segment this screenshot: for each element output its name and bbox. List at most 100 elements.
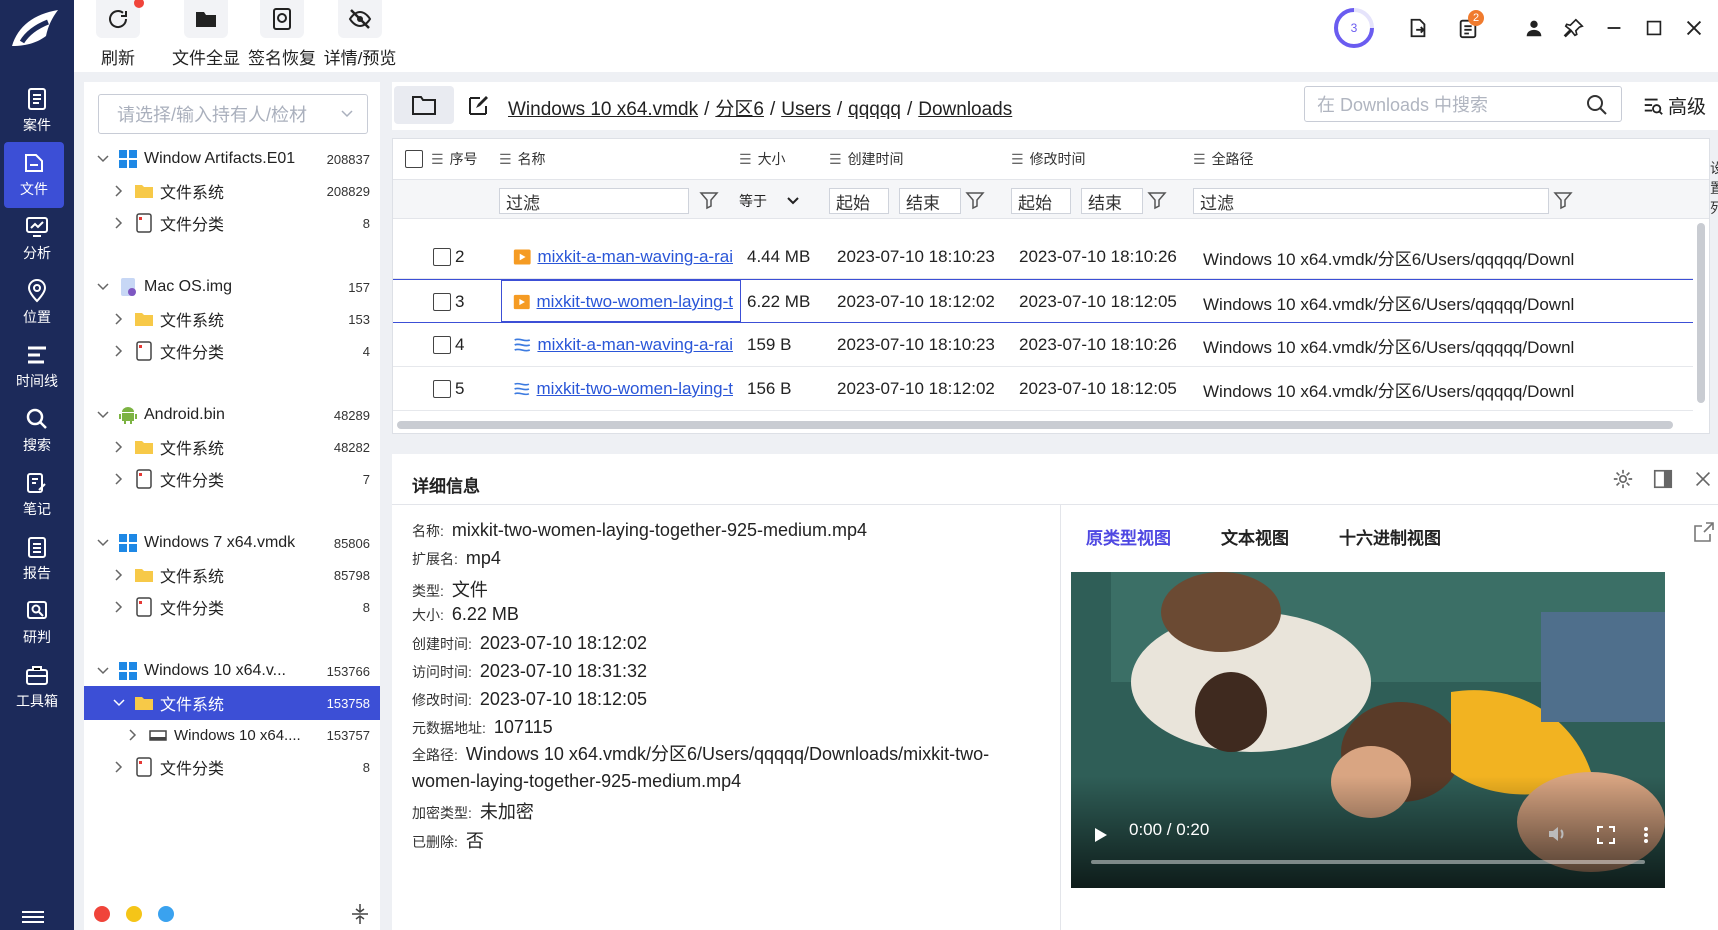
crumb-user[interactable]: qqqqq bbox=[848, 99, 901, 120]
crumb-disk[interactable]: Windows 10 x64.vmdk bbox=[508, 99, 698, 120]
video-seek-bar[interactable] bbox=[1091, 860, 1645, 864]
created-start-input[interactable]: 起始 bbox=[829, 188, 889, 214]
path-filter-input[interactable]: 过滤 bbox=[1193, 188, 1549, 214]
search-icon[interactable] bbox=[1585, 93, 1609, 117]
select-all-checkbox[interactable] bbox=[405, 150, 423, 168]
file-link[interactable]: mixkit-two-women-laying-t bbox=[537, 292, 733, 312]
tree-item-window-artifacts[interactable]: Window Artifacts.E01 208837 bbox=[84, 142, 380, 176]
close-icon[interactable] bbox=[1692, 468, 1714, 490]
row-checkbox[interactable] bbox=[433, 248, 451, 266]
col-index[interactable]: ☰ 序号 bbox=[431, 139, 478, 179]
filter-icon[interactable] bbox=[1553, 190, 1573, 210]
status-dot-blue[interactable] bbox=[158, 906, 174, 922]
table-row[interactable]: 4 mixkit-a-man-waving-a-rai 159 B 2023-0… bbox=[393, 323, 1693, 367]
tree-item-mac-os[interactable]: Mac OS.img 157 bbox=[84, 270, 380, 304]
nav-judge[interactable]: 研判 bbox=[0, 590, 74, 656]
tree-item-filesystem[interactable]: 文件系统 208829 bbox=[84, 174, 380, 208]
tree-item-windows-10[interactable]: Windows 10 x64.v... 153766 bbox=[84, 654, 380, 688]
filter-icon[interactable] bbox=[1147, 190, 1167, 210]
file-link[interactable]: mixkit-a-man-waving-a-rai bbox=[537, 247, 733, 267]
play-icon[interactable] bbox=[1091, 826, 1109, 844]
export-button[interactable] bbox=[1400, 10, 1436, 46]
maximize-button[interactable] bbox=[1636, 10, 1672, 46]
row-checkbox[interactable] bbox=[433, 293, 451, 311]
col-created[interactable]: ☰ 创建时间 bbox=[829, 139, 904, 179]
tree-item-file-category[interactable]: 文件分类 7 bbox=[84, 462, 380, 496]
close-button[interactable] bbox=[1676, 10, 1712, 46]
modified-end-input[interactable]: 结束 bbox=[1081, 188, 1143, 214]
crumb-users[interactable]: Users bbox=[781, 99, 831, 120]
row-checkbox[interactable] bbox=[433, 336, 451, 354]
size-operator-select[interactable]: 等于 bbox=[739, 188, 815, 214]
tree-item-filesystem[interactable]: 文件系统 48282 bbox=[84, 430, 380, 464]
filter-icon[interactable] bbox=[965, 190, 985, 210]
notifications-button[interactable]: 2 bbox=[1450, 10, 1486, 46]
tree-item-partition[interactable]: Windows 10 x64.... 153757 bbox=[84, 718, 380, 752]
created-end-input[interactable]: 结束 bbox=[899, 188, 961, 214]
menu-icon[interactable] bbox=[22, 910, 44, 924]
tree-item-filesystem[interactable]: 文件系统 153 bbox=[84, 302, 380, 336]
status-dot-yellow[interactable] bbox=[126, 906, 142, 922]
tab-hex-view[interactable]: 十六进制视图 bbox=[1339, 524, 1441, 549]
nav-case[interactable]: 案件 bbox=[0, 78, 74, 144]
search-input[interactable]: 在 Downloads 中搜索 bbox=[1304, 86, 1622, 122]
tree-item-filesystem-selected[interactable]: 文件系统 153758 bbox=[84, 686, 380, 720]
user-button[interactable] bbox=[1516, 10, 1552, 46]
nav-toolbox[interactable]: 工具箱 bbox=[0, 654, 74, 720]
file-link[interactable]: mixkit-a-man-waving-a-rai bbox=[537, 335, 733, 355]
tree-item-windows-7[interactable]: Windows 7 x64.vmdk 85806 bbox=[84, 526, 380, 560]
file-full-button[interactable]: 文件全显 bbox=[166, 0, 246, 70]
nav-search[interactable]: 搜索 bbox=[0, 398, 74, 464]
col-name[interactable]: ☰ 名称 bbox=[499, 139, 546, 179]
name-filter-input[interactable]: 过滤 bbox=[499, 188, 689, 214]
table-row[interactable]: 5 mixkit-two-women-laying-t 156 B 2023-0… bbox=[393, 367, 1693, 411]
horizontal-scrollbar[interactable] bbox=[397, 421, 1673, 429]
refresh-button[interactable]: 刷新 bbox=[88, 0, 148, 70]
filter-icon[interactable] bbox=[699, 190, 719, 210]
detail-preview-button[interactable]: 详情/预览 bbox=[318, 0, 402, 70]
owner-select[interactable]: 请选择/输入持有人/检材 bbox=[98, 94, 368, 134]
more-vertical-icon[interactable] bbox=[1643, 826, 1649, 844]
split-panel-icon[interactable] bbox=[1652, 468, 1674, 490]
col-modified[interactable]: ☰ 修改时间 bbox=[1011, 139, 1086, 179]
col-size[interactable]: ☰ 大小 bbox=[739, 139, 786, 179]
folder-view-button[interactable] bbox=[394, 86, 454, 124]
tree-item-filesystem[interactable]: 文件系统 85798 bbox=[84, 558, 380, 592]
column-settings-button[interactable]: 设置列 bbox=[1710, 158, 1718, 218]
nav-report[interactable]: 报告 bbox=[0, 526, 74, 592]
edit-path-icon[interactable] bbox=[466, 94, 490, 118]
crumb-downloads[interactable]: Downloads bbox=[918, 99, 1012, 120]
tab-native-view[interactable]: 原类型视图 bbox=[1086, 524, 1171, 549]
advanced-search-button[interactable]: 高级 bbox=[1642, 92, 1706, 119]
crumb-partition[interactable]: 分区6 bbox=[715, 99, 764, 120]
task-progress[interactable]: 3 bbox=[1332, 6, 1376, 50]
tab-text-view[interactable]: 文本视图 bbox=[1221, 524, 1289, 549]
tree-item-file-category[interactable]: 文件分类 8 bbox=[84, 206, 380, 240]
modified-start-input[interactable]: 起始 bbox=[1011, 188, 1071, 214]
volume-icon[interactable] bbox=[1547, 824, 1569, 844]
tree-item-file-category[interactable]: 文件分类 4 bbox=[84, 334, 380, 368]
vertical-scrollbar[interactable] bbox=[1697, 223, 1705, 403]
nav-file[interactable]: 文件 bbox=[4, 142, 64, 208]
nav-analysis[interactable]: 分析 bbox=[0, 206, 74, 272]
pin-button[interactable] bbox=[1556, 10, 1592, 46]
collapse-icon[interactable] bbox=[350, 902, 370, 926]
video-player[interactable]: 0:00 / 0:20 bbox=[1071, 572, 1665, 888]
file-link[interactable]: mixkit-two-women-laying-t bbox=[537, 379, 733, 399]
open-external-icon[interactable] bbox=[1692, 520, 1716, 544]
nav-location[interactable]: 位置 bbox=[0, 270, 74, 336]
nav-timeline[interactable]: 时间线 bbox=[0, 334, 74, 400]
col-fullpath[interactable]: ☰ 全路径 bbox=[1193, 139, 1254, 179]
sign-restore-button[interactable]: 签名恢复 bbox=[242, 0, 322, 70]
row-checkbox[interactable] bbox=[433, 380, 451, 398]
nav-notes[interactable]: 笔记 bbox=[0, 462, 74, 528]
minimize-button[interactable] bbox=[1596, 10, 1632, 46]
gear-icon[interactable] bbox=[1612, 468, 1634, 490]
tree-item-file-category[interactable]: 文件分类 8 bbox=[84, 590, 380, 624]
status-dot-red[interactable] bbox=[94, 906, 110, 922]
table-row-selected[interactable]: 3 mixkit-two-women-laying-t 6.22 MB 2023… bbox=[393, 279, 1693, 323]
tree-item-file-category[interactable]: 文件分类 8 bbox=[84, 750, 380, 784]
fullscreen-icon[interactable] bbox=[1597, 826, 1615, 844]
table-row[interactable]: 2 mixkit-a-man-waving-a-rai 4.44 MB 2023… bbox=[393, 235, 1693, 279]
tree-item-android[interactable]: Android.bin 48289 bbox=[84, 398, 380, 432]
